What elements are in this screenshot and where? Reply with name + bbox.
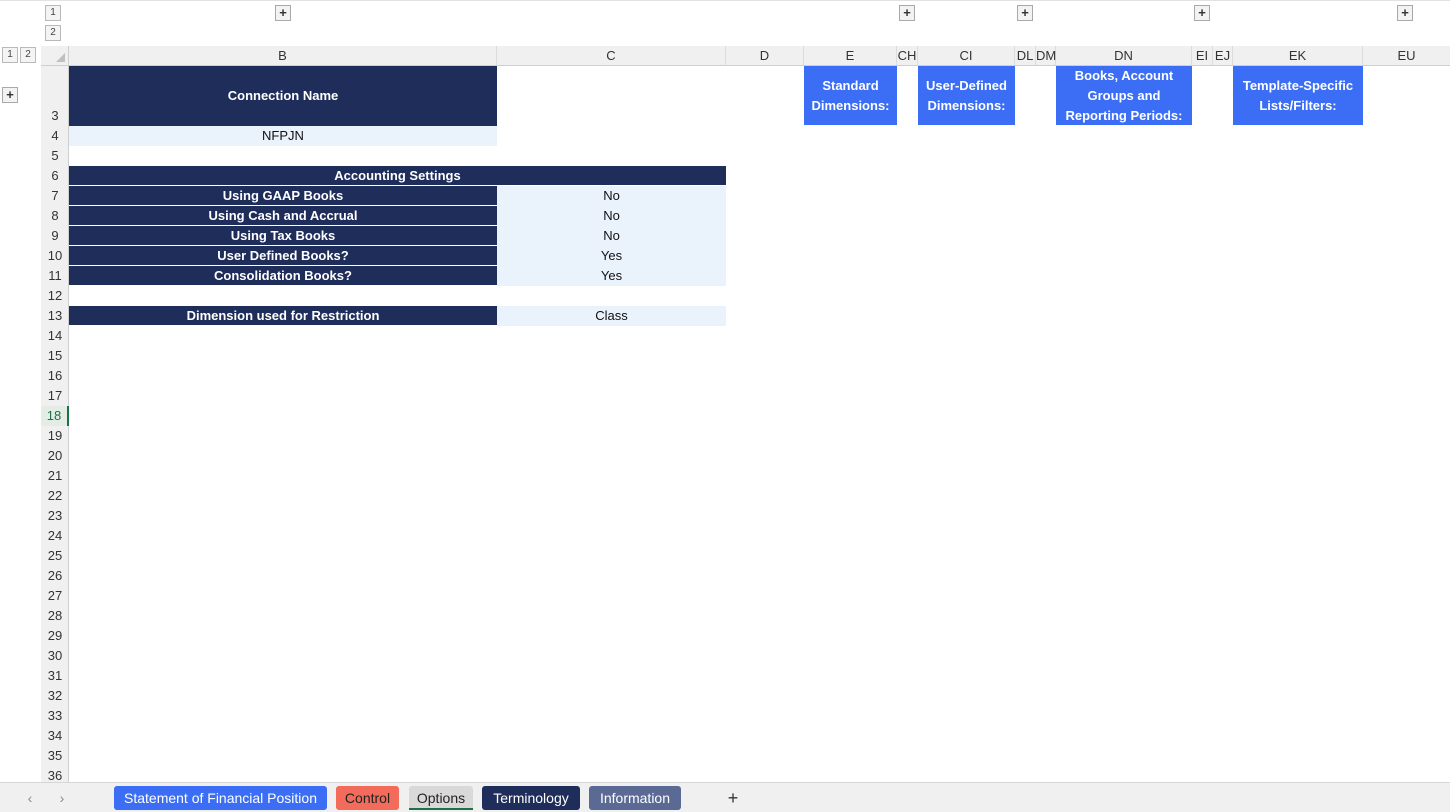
sheet-tab-information[interactable]: Information [589,786,681,810]
setting-value-user-defined-books[interactable]: Yes [497,246,726,266]
sheet-tab-statement-of-financial-position[interactable]: Statement of Financial Position [114,786,327,810]
row-header-19[interactable]: 19 [41,426,69,446]
row-header-29[interactable]: 29 [41,626,69,646]
standard-dimensions-header-cell[interactable]: Standard Dimensions: [804,66,897,125]
column-header-dm[interactable]: DM [1036,46,1056,66]
row-header-35[interactable]: 35 [41,746,69,766]
row-header-13[interactable]: 13 [41,306,69,326]
row-header-10[interactable]: 10 [41,246,69,266]
column-header-eu[interactable]: EU [1363,46,1450,66]
setting-value-tax-books[interactable]: No [497,226,726,246]
row-outline-level-2-button[interactable]: 2 [20,47,36,63]
sheet-tab-control[interactable]: Control [336,786,399,810]
column-header-ci[interactable]: CI [918,46,1015,66]
user-defined-dimensions-header-text: User-Defined Dimensions: [926,77,1007,113]
row-outline-level-1-button[interactable]: 1 [2,47,18,63]
row-header-26[interactable]: 26 [41,566,69,586]
setting-value-consolidation-books[interactable]: Yes [497,266,726,286]
row-header-34[interactable]: 34 [41,726,69,746]
row-header-22[interactable]: 22 [41,486,69,506]
expand-row-group-button[interactable]: + [2,87,18,103]
row-header-24[interactable]: 24 [41,526,69,546]
row-header-28[interactable]: 28 [41,606,69,626]
sheet-tab-terminology[interactable]: Terminology [482,786,580,810]
row-header-3[interactable]: 3 [41,106,69,126]
row-header-11[interactable]: 11 [41,266,69,286]
row-header-16[interactable]: 16 [41,366,69,386]
column-header-ch[interactable]: CH [897,46,918,66]
expand-group-b-button[interactable]: + [275,5,291,21]
add-sheet-button[interactable]: + [722,786,744,810]
setting-value-gaap-books[interactable]: No [497,186,726,206]
accounting-settings-header-cell[interactable]: Accounting Settings [69,166,726,186]
setting-value-cash-accrual[interactable]: No [497,206,726,226]
column-header-b[interactable]: B [69,46,497,66]
template-specific-lists-header-cell[interactable]: Template-Specific Lists/Filters: [1233,66,1363,125]
books-account-groups-header-text: Books, Account Groups and Reporting Peri… [1065,67,1183,123]
row-header-15[interactable]: 15 [41,346,69,366]
column-header-dl[interactable]: DL [1015,46,1036,66]
row-header-12[interactable]: 12 [41,286,69,306]
column-header-c[interactable]: C [497,46,726,66]
setting-label-tax-books[interactable]: Using Tax Books [69,226,497,246]
template-specific-lists-header-text: Template-Specific Lists/Filters: [1242,77,1354,113]
expand-group-dl-button[interactable]: + [1017,5,1033,21]
row-header-32[interactable]: 32 [41,686,69,706]
row-header-33[interactable]: 33 [41,706,69,726]
row-header-9[interactable]: 9 [41,226,69,246]
restriction-dimension-value-cell[interactable]: Class [497,306,726,326]
row-header-27[interactable]: 27 [41,586,69,606]
expand-group-ei-button[interactable]: + [1194,5,1210,21]
row-header-23[interactable]: 23 [41,506,69,526]
row-header-31[interactable]: 31 [41,666,69,686]
next-sheet-arrow-icon[interactable]: › [52,786,72,810]
standard-dimensions-header-text: Standard Dimensions: [811,77,890,113]
restriction-dimension-label-cell[interactable]: Dimension used for Restriction [69,306,497,326]
outline-bar [0,0,1450,45]
row-header-30[interactable]: 30 [41,646,69,666]
row-header-4[interactable]: 4 [41,126,69,146]
row-header-7[interactable]: 7 [41,186,69,206]
column-header-ei[interactable]: EI [1192,46,1213,66]
column-header-ek[interactable]: EK [1233,46,1363,66]
row-header-18-selected[interactable]: 18 [41,406,69,426]
setting-label-user-defined-books[interactable]: User Defined Books? [69,246,497,266]
previous-sheet-arrow-icon[interactable]: ‹ [20,786,40,810]
column-outline-level-2-button[interactable]: 2 [45,25,61,41]
connection-name-value-cell[interactable]: NFPJN [69,126,497,146]
column-header-dn[interactable]: DN [1056,46,1192,66]
row-header-6[interactable]: 6 [41,166,69,186]
row-header-17[interactable]: 17 [41,386,69,406]
row-header-5[interactable]: 5 [41,146,69,166]
setting-label-consolidation-books[interactable]: Consolidation Books? [69,266,497,286]
column-outline-level-1-button[interactable]: 1 [45,5,61,21]
row-header-20[interactable]: 20 [41,446,69,466]
user-defined-dimensions-header-cell[interactable]: User-Defined Dimensions: [918,66,1015,125]
setting-label-cash-accrual[interactable]: Using Cash and Accrual [69,206,497,226]
row-header-25[interactable]: 25 [41,546,69,566]
column-header-d[interactable]: D [726,46,804,66]
setting-label-gaap-books[interactable]: Using GAAP Books [69,186,497,206]
expand-group-eu-button[interactable]: + [1397,5,1413,21]
column-header-ej[interactable]: EJ [1213,46,1233,66]
select-all-corner[interactable] [41,46,69,66]
books-account-groups-header-cell[interactable]: Books, Account Groups and Reporting Peri… [1056,66,1192,125]
connection-name-header-cell[interactable]: Connection Name [69,66,497,126]
expand-group-ch-button[interactable]: + [899,5,915,21]
column-header-e[interactable]: E [804,46,897,66]
row-header-21[interactable]: 21 [41,466,69,486]
sheet-tab-options-active[interactable]: Options [409,786,473,810]
row-header-14[interactable]: 14 [41,326,69,346]
row-header-8[interactable]: 8 [41,206,69,226]
